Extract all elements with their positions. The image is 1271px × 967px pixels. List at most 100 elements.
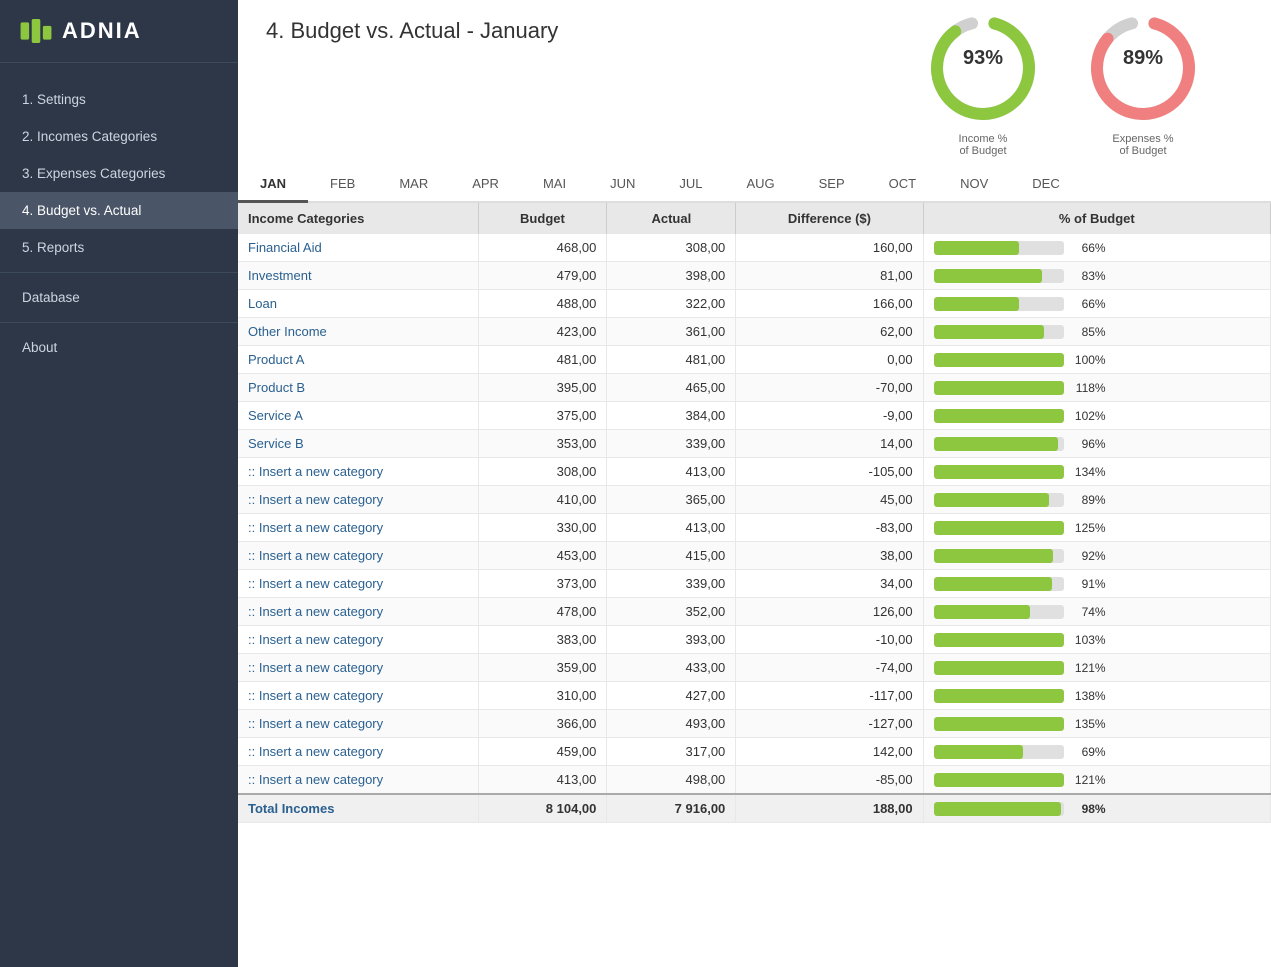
bar-cell: 91% bbox=[923, 570, 1270, 598]
month-tab-jun[interactable]: JUN bbox=[588, 167, 657, 203]
table-row: :: Insert a new category373,00339,0034,0… bbox=[238, 570, 1271, 598]
bar-pct-label: 69% bbox=[1070, 745, 1106, 759]
diff-cell: -127,00 bbox=[736, 710, 923, 738]
bar-pct-label: 83% bbox=[1070, 269, 1106, 283]
bar-pct-label: 89% bbox=[1070, 493, 1106, 507]
month-tab-jul[interactable]: JUL bbox=[657, 167, 724, 203]
bar-pct-label: 66% bbox=[1070, 297, 1106, 311]
sidebar-item-expenses-categories[interactable]: 3. Expenses Categories bbox=[0, 155, 238, 192]
category-cell: :: Insert a new category bbox=[238, 626, 478, 654]
category-cell: Loan bbox=[238, 290, 478, 318]
col-header-0: Income Categories bbox=[238, 203, 478, 234]
budget-cell: 459,00 bbox=[478, 738, 607, 766]
actual-cell: 322,00 bbox=[607, 290, 736, 318]
bar-cell: 102% bbox=[923, 402, 1270, 430]
category-cell: :: Insert a new category bbox=[238, 766, 478, 795]
actual-cell: 498,00 bbox=[607, 766, 736, 795]
diff-cell: 0,00 bbox=[736, 346, 923, 374]
col-header-1: Budget bbox=[478, 203, 607, 234]
expenses-gauge: 89% Expenses % of Budget bbox=[1083, 8, 1203, 157]
budget-cell: 373,00 bbox=[478, 570, 607, 598]
category-cell: Other Income bbox=[238, 318, 478, 346]
diff-cell: -105,00 bbox=[736, 458, 923, 486]
month-tab-mai[interactable]: MAI bbox=[521, 167, 588, 203]
budget-cell: 453,00 bbox=[478, 542, 607, 570]
actual-cell: 352,00 bbox=[607, 598, 736, 626]
month-tab-oct[interactable]: OCT bbox=[867, 167, 938, 203]
bar-cell: 121% bbox=[923, 766, 1270, 795]
budget-cell: 330,00 bbox=[478, 514, 607, 542]
budget-cell: 413,00 bbox=[478, 766, 607, 795]
budget-cell: 383,00 bbox=[478, 626, 607, 654]
sidebar-item-settings[interactable]: 1. Settings bbox=[0, 81, 238, 118]
bar-cell: 100% bbox=[923, 346, 1270, 374]
category-cell: :: Insert a new category bbox=[238, 682, 478, 710]
month-tab-apr[interactable]: APR bbox=[450, 167, 521, 203]
month-tab-aug[interactable]: AUG bbox=[724, 167, 796, 203]
budget-cell: 478,00 bbox=[478, 598, 607, 626]
sidebar-item-budget-vs-actual[interactable]: 4. Budget vs. Actual bbox=[0, 192, 238, 229]
diff-cell: 142,00 bbox=[736, 738, 923, 766]
diff-cell: -74,00 bbox=[736, 654, 923, 682]
actual-cell: 465,00 bbox=[607, 374, 736, 402]
diff-cell: -70,00 bbox=[736, 374, 923, 402]
budget-cell: 359,00 bbox=[478, 654, 607, 682]
bar-cell: 134% bbox=[923, 458, 1270, 486]
budget-cell: 375,00 bbox=[478, 402, 607, 430]
bar-pct-label: 98% bbox=[1070, 802, 1106, 816]
budget-table: Income CategoriesBudgetActualDifference … bbox=[238, 203, 1271, 823]
sidebar-item-incomes-categories[interactable]: 2. Incomes Categories bbox=[0, 118, 238, 155]
table-row: :: Insert a new category330,00413,00-83,… bbox=[238, 514, 1271, 542]
month-tab-nov[interactable]: NOV bbox=[938, 167, 1010, 203]
category-cell: Investment bbox=[238, 262, 478, 290]
total-row: Total Incomes8 104,007 916,00188,0098% bbox=[238, 794, 1271, 823]
table-row: :: Insert a new category459,00317,00142,… bbox=[238, 738, 1271, 766]
budget-cell: 395,00 bbox=[478, 374, 607, 402]
sidebar-item-about[interactable]: About bbox=[0, 329, 238, 366]
bar-pct-label: 125% bbox=[1070, 521, 1106, 535]
total-cell: 7 916,00 bbox=[607, 794, 736, 823]
table-row: :: Insert a new category413,00498,00-85,… bbox=[238, 766, 1271, 795]
bar-pct-label: 102% bbox=[1070, 409, 1106, 423]
sidebar-item-database[interactable]: Database bbox=[0, 279, 238, 316]
month-tab-dec[interactable]: DEC bbox=[1010, 167, 1081, 203]
svg-text:93%: 93% bbox=[963, 47, 1003, 69]
sidebar-divider bbox=[0, 322, 238, 323]
bar-pct-label: 74% bbox=[1070, 605, 1106, 619]
category-cell: :: Insert a new category bbox=[238, 514, 478, 542]
total-cell: Total Incomes bbox=[238, 794, 478, 823]
main-content: 4. Budget vs. Actual - January 93% Incom… bbox=[238, 0, 1271, 967]
income-gauge-chart: 93% bbox=[923, 8, 1043, 131]
diff-cell: -83,00 bbox=[736, 514, 923, 542]
sidebar-item-reports[interactable]: 5. Reports bbox=[0, 229, 238, 266]
bar-cell: 125% bbox=[923, 514, 1270, 542]
bar-pct-label: 100% bbox=[1070, 353, 1106, 367]
bar-cell: 89% bbox=[923, 486, 1270, 514]
actual-cell: 308,00 bbox=[607, 234, 736, 262]
diff-cell: 14,00 bbox=[736, 430, 923, 458]
diff-cell: 126,00 bbox=[736, 598, 923, 626]
actual-cell: 398,00 bbox=[607, 262, 736, 290]
month-tab-jan[interactable]: JAN bbox=[238, 167, 308, 203]
actual-cell: 493,00 bbox=[607, 710, 736, 738]
month-tab-sep[interactable]: SEP bbox=[797, 167, 867, 203]
table-row: Investment479,00398,0081,0083% bbox=[238, 262, 1271, 290]
gauges-area: 93% Income % of Budget 89% Expenses % of… bbox=[923, 8, 1243, 157]
actual-cell: 361,00 bbox=[607, 318, 736, 346]
bar-cell: 85% bbox=[923, 318, 1270, 346]
category-cell: Service B bbox=[238, 430, 478, 458]
actual-cell: 339,00 bbox=[607, 570, 736, 598]
category-cell: :: Insert a new category bbox=[238, 710, 478, 738]
sidebar-nav: 1. Settings2. Incomes Categories3. Expen… bbox=[0, 63, 238, 967]
month-tab-feb[interactable]: FEB bbox=[308, 167, 377, 203]
table-area: Income CategoriesBudgetActualDifference … bbox=[238, 203, 1271, 967]
month-tab-mar[interactable]: MAR bbox=[377, 167, 450, 203]
sidebar-logo: ADNIA bbox=[0, 0, 238, 63]
actual-cell: 317,00 bbox=[607, 738, 736, 766]
expenses-gauge-chart: 89% bbox=[1083, 8, 1203, 131]
income-gauge: 93% Income % of Budget bbox=[923, 8, 1043, 157]
bar-cell: 118% bbox=[923, 374, 1270, 402]
table-row: Other Income423,00361,0062,0085% bbox=[238, 318, 1271, 346]
budget-cell: 479,00 bbox=[478, 262, 607, 290]
table-row: Financial Aid468,00308,00160,0066% bbox=[238, 234, 1271, 262]
